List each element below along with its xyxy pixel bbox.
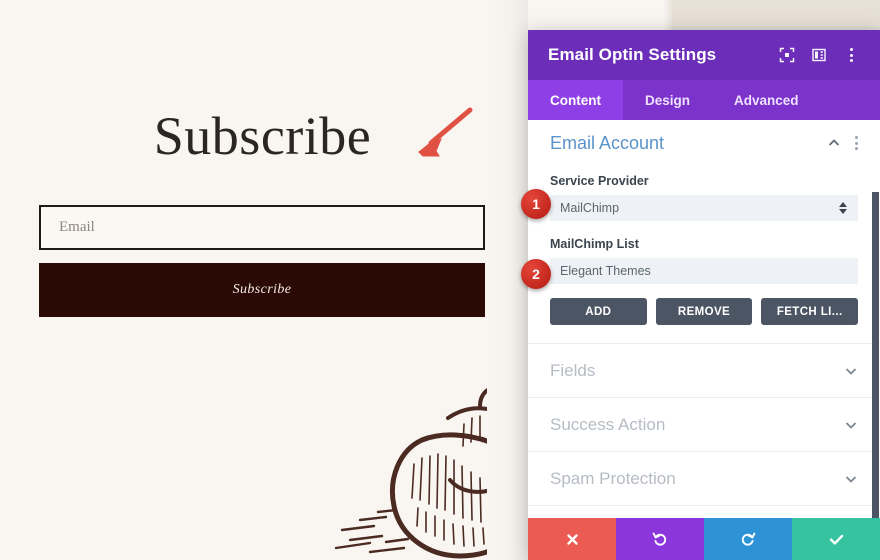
redo-icon	[741, 532, 756, 546]
save-button[interactable]	[792, 518, 880, 560]
chevron-down-icon[interactable]	[844, 418, 858, 432]
remove-button[interactable]: REMOVE	[655, 298, 753, 325]
panel-header-icons	[778, 46, 860, 64]
email-input-placeholder: Email	[59, 219, 95, 235]
tab-advanced[interactable]: Advanced	[712, 80, 821, 120]
callout-badge-1: 1	[521, 189, 551, 219]
panel-body: Email Account Service Provider MailChimp…	[528, 120, 880, 518]
fullscreen-icon[interactable]	[778, 46, 796, 64]
tab-design[interactable]: Design	[623, 80, 712, 120]
email-optin-settings-panel: Email Optin Settings Content Design Adva…	[528, 30, 880, 560]
service-provider-value: MailChimp	[560, 201, 620, 215]
panel-scrollbar[interactable]	[872, 120, 880, 518]
section-spam-protection-title: Spam Protection	[550, 468, 676, 488]
panel-scrollbar-thumb[interactable]	[872, 192, 879, 518]
email-account-fields: Service Provider MailChimp MailChimp Lis…	[528, 174, 880, 343]
section-fields[interactable]: Fields	[528, 344, 880, 397]
section-success-action-title: Success Action	[550, 414, 666, 434]
undo-icon	[652, 532, 667, 546]
chevron-down-icon[interactable]	[844, 472, 858, 486]
callout-badge-2: 2	[521, 259, 551, 289]
tab-content[interactable]: Content	[528, 80, 623, 120]
mailchimp-list-value: Elegant Themes	[560, 264, 651, 278]
check-icon	[829, 534, 843, 545]
more-options-icon[interactable]	[842, 46, 860, 64]
section-more-options-icon[interactable]	[855, 136, 858, 150]
service-provider-select[interactable]: MailChimp	[550, 195, 858, 221]
panel-title: Email Optin Settings	[548, 45, 717, 64]
panel-footer	[528, 518, 880, 560]
section-spam-protection[interactable]: Spam Protection	[528, 452, 880, 505]
close-icon	[566, 533, 578, 545]
panel-header: Email Optin Settings	[528, 30, 880, 80]
browser-top-strip	[672, 0, 880, 30]
tab-content-label: Content	[550, 92, 601, 108]
tab-advanced-label: Advanced	[734, 92, 799, 108]
select-stepper-icon	[838, 201, 848, 215]
add-button[interactable]: ADD	[550, 298, 647, 325]
page-title: Subscribe	[153, 106, 372, 166]
callout-badge-2-number: 2	[532, 266, 540, 282]
add-button-label: ADD	[585, 305, 612, 318]
cancel-button[interactable]	[528, 518, 616, 560]
chevron-down-icon[interactable]	[844, 364, 858, 378]
section-success-action[interactable]: Success Action	[528, 398, 880, 451]
panel-tabs: Content Design Advanced	[528, 80, 880, 120]
chevron-up-icon[interactable]	[827, 136, 841, 150]
section-controls	[827, 136, 858, 150]
section-fields-title: Fields	[550, 360, 596, 380]
callout-badge-1-number: 1	[532, 196, 540, 212]
fetch-lists-button-label: FETCH LI...	[776, 305, 843, 318]
mailchimp-list-select[interactable]: Elegant Themes	[550, 258, 858, 284]
fetch-lists-button[interactable]: FETCH LI...	[761, 298, 859, 325]
email-input[interactable]: Email	[39, 205, 485, 250]
redo-button[interactable]	[704, 518, 792, 560]
list-action-buttons: ADD REMOVE FETCH LI...	[550, 298, 859, 343]
section-email-account-header[interactable]: Email Account	[528, 120, 880, 166]
tab-design-label: Design	[645, 92, 691, 108]
layout-columns-icon[interactable]	[810, 46, 828, 64]
section-email-account-title: Email Account	[550, 132, 665, 153]
undo-button[interactable]	[616, 518, 704, 560]
remove-button-label: REMOVE	[677, 305, 731, 318]
service-provider-label: Service Provider	[550, 174, 649, 188]
mailchimp-list-label: MailChimp List	[550, 237, 639, 251]
section-divider	[528, 505, 880, 506]
subscribe-button-label: Subscribe	[232, 282, 292, 297]
subscribe-button[interactable]: Subscribe	[39, 263, 485, 317]
